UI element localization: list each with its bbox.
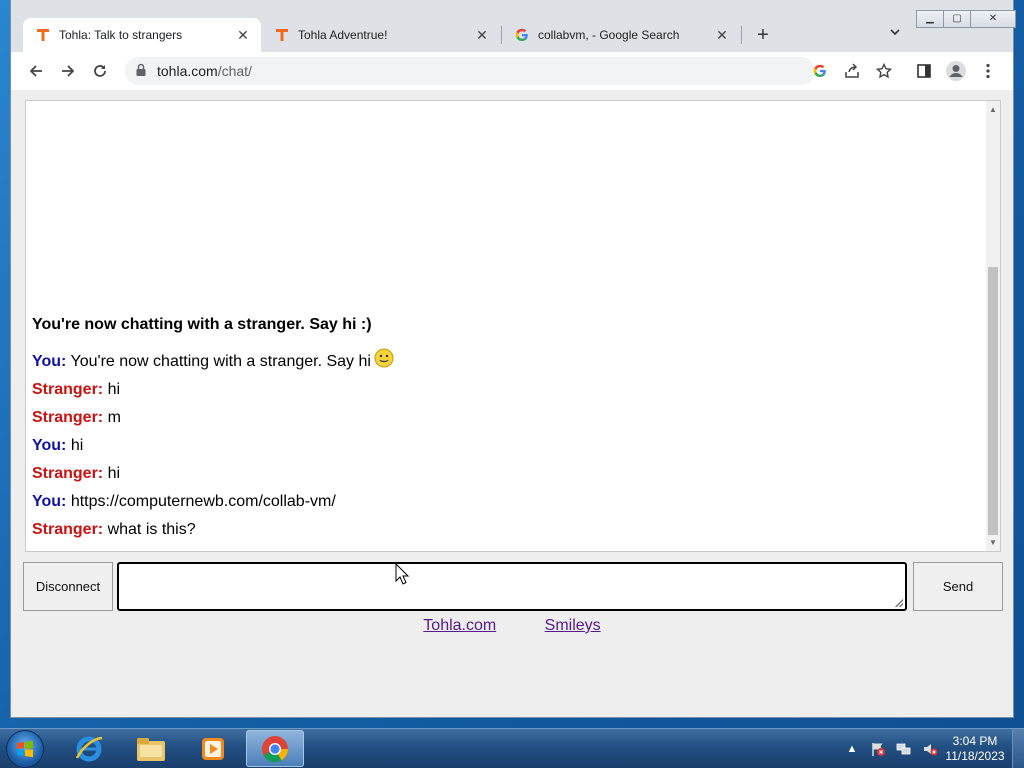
taskbar-clock[interactable]: 3:04 PM 11/18/2023 <box>940 734 1010 764</box>
tab-separator <box>741 26 742 44</box>
tab-tohla-adventure[interactable]: Tohla Adventrue! ✕ <box>262 18 500 52</box>
chat-status: You're now chatting with a stranger. Say… <box>32 316 372 333</box>
message-text: what is this? <box>107 521 196 538</box>
message-sender: Stranger: <box>32 409 104 426</box>
google-lens-icon[interactable] <box>809 60 831 82</box>
url-domain: tohla.com <box>157 63 218 79</box>
message-sender: You: <box>32 437 67 454</box>
message-text: m <box>107 409 121 426</box>
profile-avatar-icon[interactable] <box>945 60 967 82</box>
resize-grip-icon[interactable] <box>895 599 903 607</box>
windows-logo-icon <box>17 740 33 758</box>
internet-explorer-taskbar-icon[interactable] <box>60 730 118 767</box>
scroll-up-icon[interactable]: ▲ <box>989 105 997 114</box>
system-tray: ▲ <box>842 733 946 765</box>
window-controls: ▁ ▢ ✕ <box>916 10 1016 28</box>
tab-title: Tohla: Talk to strangers <box>59 28 183 42</box>
chat-scrollbar[interactable]: ▲ ▼ <box>986 100 1001 552</box>
action-center-flag-icon[interactable] <box>868 739 888 759</box>
message-text: hi <box>107 465 121 482</box>
file-explorer-taskbar-icon[interactable] <box>122 730 180 767</box>
message-text: https://computernewb.com/collab-vm/ <box>70 493 336 510</box>
clock-time: 3:04 PM <box>952 734 998 748</box>
chat-message: You: hi <box>32 432 932 460</box>
message-sender: You: <box>32 353 67 370</box>
close-window-button[interactable]: ✕ <box>970 10 1016 28</box>
reload-icon[interactable] <box>89 60 111 82</box>
tab-title: collabvm, - Google Search <box>538 28 680 42</box>
mouse-pointer-icon <box>395 562 410 590</box>
back-arrow-icon[interactable] <box>25 60 47 82</box>
chat-message: Stranger: m <box>32 404 932 432</box>
network-icon[interactable] <box>894 739 914 759</box>
more-menu-icon[interactable] <box>977 60 999 82</box>
close-tab-icon[interactable]: ✕ <box>712 25 732 45</box>
scrollbar-thumb[interactable] <box>988 267 998 535</box>
minimize-button[interactable]: ▁ <box>916 10 944 28</box>
message-text: hi <box>70 437 84 454</box>
restore-button[interactable]: ▢ <box>943 10 971 28</box>
show-desktop-button[interactable] <box>1012 729 1024 768</box>
tab-google-search[interactable]: collabvm, - Google Search ✕ <box>502 18 740 52</box>
smiley-icon <box>374 348 394 378</box>
volume-muted-icon[interactable] <box>920 739 940 759</box>
clock-date: 11/18/2023 <box>945 749 1005 763</box>
chat-message: Stranger: what is this? <box>32 516 932 544</box>
url-text: tohla.com/chat/ <box>157 63 252 79</box>
tab-title: Tohla Adventrue! <box>298 28 388 42</box>
forward-arrow-icon[interactable] <box>57 60 79 82</box>
message-sender: Stranger: <box>32 521 104 538</box>
browser-window: Tohla: Talk to strangers ✕ Tohla Adventr… <box>10 0 1016 718</box>
media-player-taskbar-icon[interactable] <box>184 730 242 767</box>
tab-strip: Tohla: Talk to strangers ✕ Tohla Adventr… <box>11 0 1016 52</box>
send-button[interactable]: Send <box>913 562 1003 611</box>
taskbar: ▲ 3:04 PM 11/18/2023 <box>0 728 1024 768</box>
page-content: You're now chatting with a stranger. Say… <box>11 90 1013 717</box>
chat-message: You: You're now chatting with a stranger… <box>32 348 932 376</box>
chat-log[interactable]: You're now chatting with a stranger. Say… <box>25 100 987 552</box>
chat-message: Stranger: hi <box>32 376 932 404</box>
tab-search-icon[interactable] <box>885 26 905 46</box>
new-tab-button[interactable]: + <box>751 25 775 47</box>
share-icon[interactable] <box>841 60 863 82</box>
tab-tohla-chat[interactable]: Tohla: Talk to strangers ✕ <box>23 18 261 52</box>
close-tab-icon[interactable]: ✕ <box>233 25 253 45</box>
message-sender: You: <box>32 493 67 510</box>
disconnect-button[interactable]: Disconnect <box>23 562 113 611</box>
scroll-down-icon[interactable]: ▼ <box>989 538 997 547</box>
smileys-link[interactable]: Smileys <box>545 617 601 634</box>
start-button[interactable] <box>6 730 44 768</box>
url-path: /chat/ <box>217 63 252 79</box>
show-hidden-icons-icon[interactable]: ▲ <box>842 739 862 759</box>
lock-icon[interactable] <box>135 63 147 82</box>
google-g-icon <box>514 27 530 43</box>
side-panel-icon[interactable] <box>913 60 935 82</box>
tohla-home-link[interactable]: Tohla.com <box>423 617 496 634</box>
message-sender: Stranger: <box>32 465 104 482</box>
footer-links: Tohla.com Smileys <box>11 617 1013 635</box>
message-text: hi <box>107 381 121 398</box>
browser-toolbar: tohla.com/chat/ <box>11 52 1013 90</box>
message-text: You're now chatting with a stranger. Say… <box>70 353 371 370</box>
chat-message: You: https://computernewb.com/collab-vm/ <box>32 488 932 516</box>
bookmark-star-icon[interactable] <box>873 60 895 82</box>
message-sender: Stranger: <box>32 381 104 398</box>
message-input[interactable] <box>117 562 907 611</box>
address-bar[interactable]: tohla.com/chat/ <box>125 57 826 85</box>
chrome-taskbar-icon[interactable] <box>246 730 304 767</box>
close-tab-icon[interactable]: ✕ <box>472 25 492 45</box>
chat-message: Stranger: hi <box>32 460 932 488</box>
chat-messages: You're now chatting with a stranger. Say… <box>32 316 932 544</box>
tohla-t-icon <box>35 27 51 43</box>
tohla-t-icon <box>274 27 290 43</box>
